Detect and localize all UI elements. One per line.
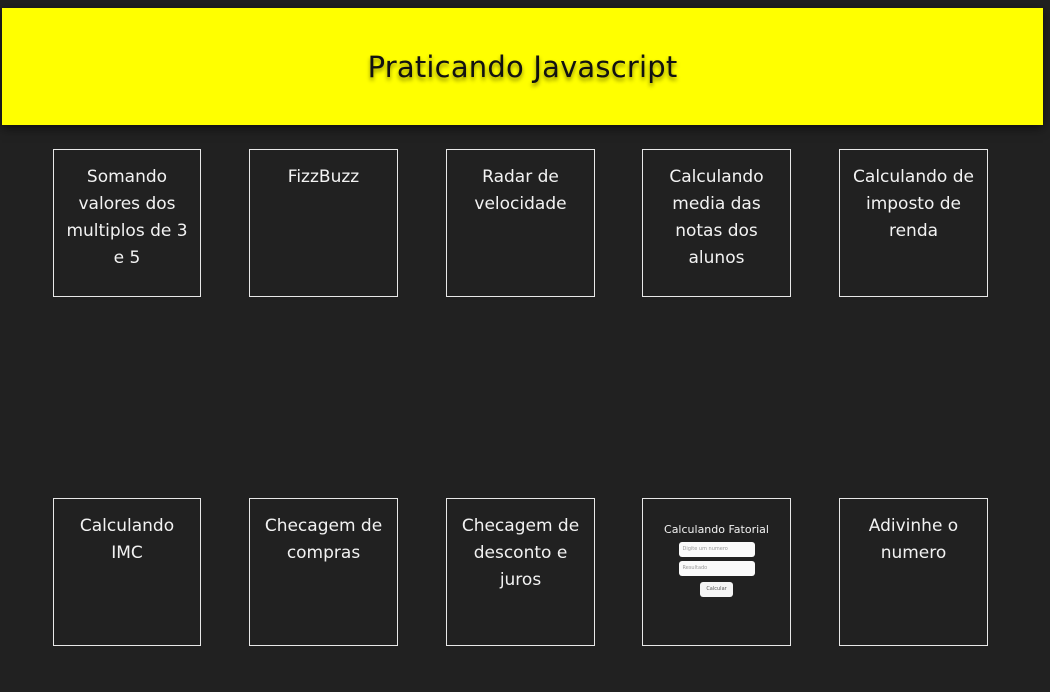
card-label: Radar de velocidade bbox=[474, 167, 567, 214]
card-imposto-renda[interactable]: Calculando de imposto de renda bbox=[839, 149, 988, 297]
card-label: Calculando media das notas dos alunos bbox=[669, 167, 764, 268]
card-radar-velocidade[interactable]: Radar de velocidade bbox=[446, 149, 595, 297]
card-calculando-imc[interactable]: Calculando IMC bbox=[53, 498, 201, 646]
page-title: Praticando Javascript bbox=[367, 49, 678, 84]
preview-calculate-button: Calcular bbox=[700, 582, 733, 597]
card-desconto-juros[interactable]: Checagem de desconto e juros bbox=[446, 498, 595, 646]
card-label: Checagem de compras bbox=[264, 516, 383, 563]
card-somando-multiplos[interactable]: Somando valores dos multiplos de 3 e 5 bbox=[53, 149, 201, 297]
card-label: Checagem de desconto e juros bbox=[461, 516, 580, 590]
card-label: FizzBuzz bbox=[287, 167, 360, 187]
card-fizzbuzz[interactable]: FizzBuzz bbox=[249, 149, 398, 297]
card-checagem-compras[interactable]: Checagem de compras bbox=[249, 498, 398, 646]
preview-title: Calculando Fatorial bbox=[664, 523, 769, 536]
preview-number-input: Digite um numero bbox=[678, 542, 755, 557]
fatorial-preview: Calculando Fatorial Digite um numero Res… bbox=[643, 499, 790, 597]
card-label: Calculando IMC bbox=[79, 516, 175, 563]
card-label: Somando valores dos multiplos de 3 e 5 bbox=[66, 167, 188, 268]
preview-result-field: Resultado bbox=[678, 561, 755, 576]
card-media-notas[interactable]: Calculando media das notas dos alunos bbox=[642, 149, 791, 297]
page: Praticando Javascript Somando valores do… bbox=[0, 0, 1050, 692]
card-adivinhe-numero[interactable]: Adivinhe o numero bbox=[839, 498, 988, 646]
card-label: Calculando de imposto de renda bbox=[853, 167, 974, 241]
card-calculando-fatorial[interactable]: Calculando Fatorial Digite um numero Res… bbox=[642, 498, 791, 646]
card-label: Adivinhe o numero bbox=[868, 516, 959, 563]
page-header: Praticando Javascript bbox=[2, 8, 1043, 125]
